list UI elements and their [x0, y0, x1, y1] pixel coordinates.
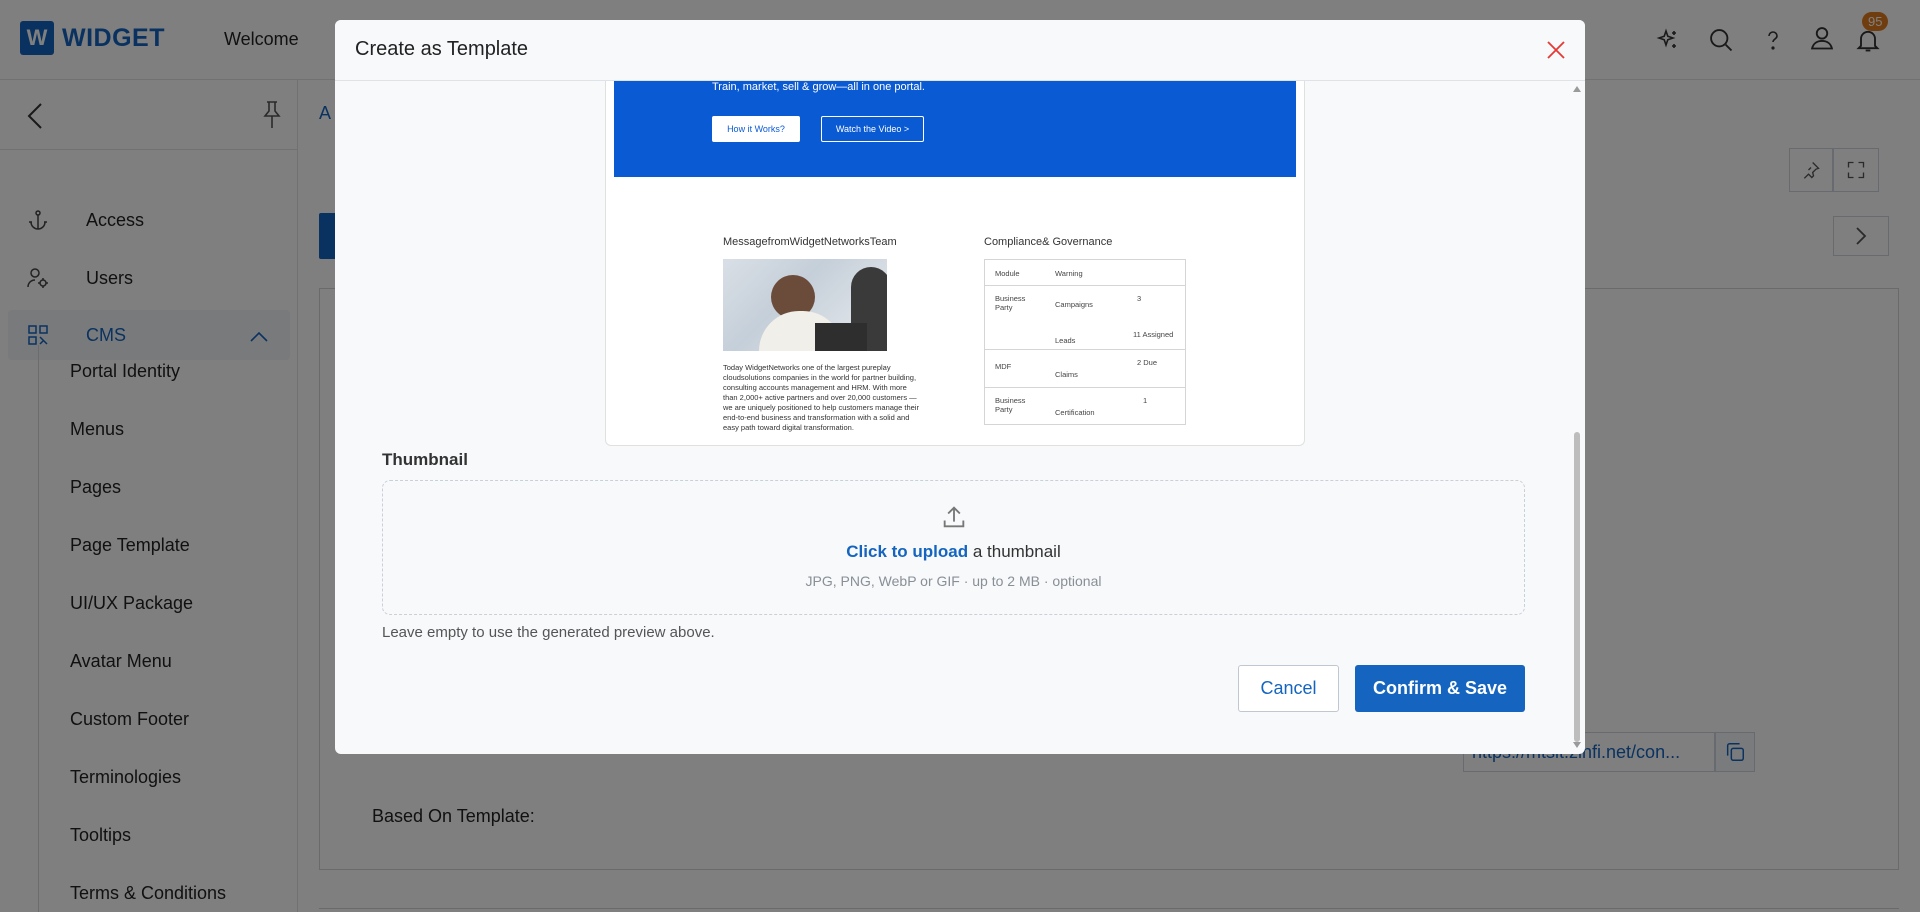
- create-template-modal: Create as Template Train, market, sell &…: [335, 20, 1585, 754]
- confirm-save-button[interactable]: Confirm & Save: [1355, 665, 1525, 712]
- modal-title: Create as Template: [355, 38, 529, 60]
- preview-message-heading: MessagefromWidgetNetworksTeam: [723, 236, 897, 248]
- upload-prompt-suffix: a thumbnail: [968, 542, 1061, 561]
- thumbnail-helper-text: Leave empty to use the generated preview…: [382, 624, 715, 641]
- table-cell: 1: [1143, 396, 1148, 405]
- table-cell: Certification: [1055, 408, 1095, 417]
- scroll-up-arrow-icon[interactable]: [1573, 86, 1581, 92]
- preview-how-it-works-button: How it Works?: [712, 116, 800, 142]
- table-cell: MDF: [995, 362, 1012, 371]
- table-row: Business Party Campaigns 3 Leads 11 Assi…: [985, 286, 1185, 350]
- table-cell: 2 Due: [1137, 358, 1158, 367]
- modal-header: Create as Template: [335, 20, 1585, 81]
- preview-compliance-heading: Compliance& Governance: [984, 236, 1113, 248]
- table-cell: Leads: [1055, 336, 1076, 345]
- preview-watch-video-button: Watch the Video >: [821, 116, 924, 142]
- table-row: MDF Claims 2 Due: [985, 350, 1185, 388]
- table-cell: Campaigns: [1055, 300, 1093, 309]
- table-header: Warning: [1055, 269, 1083, 278]
- template-preview: Train, market, sell & grow—all in one po…: [605, 81, 1305, 446]
- table-cell: Business Party: [995, 294, 1026, 312]
- table-cell: Claims: [1055, 370, 1078, 379]
- scroll-down-arrow-icon[interactable]: [1573, 742, 1581, 748]
- upload-icon: [940, 503, 968, 536]
- preview-hero-tagline: Train, market, sell & grow—all in one po…: [712, 81, 925, 93]
- preview-message-body: Today WidgetNetworks one of the largest …: [723, 363, 919, 432]
- cancel-button[interactable]: Cancel: [1238, 665, 1339, 712]
- table-cell: 11 Assigned: [1133, 330, 1174, 339]
- preview-team-photo: [723, 259, 887, 351]
- modal-scrollbar[interactable]: [1571, 82, 1583, 754]
- click-to-upload-link[interactable]: Click to upload: [846, 542, 968, 561]
- table-cell: Business Party: [995, 396, 1026, 414]
- thumbnail-label: Thumbnail: [382, 450, 468, 469]
- table-header: Module: [995, 269, 1020, 278]
- upload-hint: JPG, PNG, WebP or GIF · up to 2 MB · opt…: [805, 573, 1102, 589]
- table-row: Business Party Certification 1: [985, 388, 1185, 425]
- table-cell: 3: [1137, 294, 1142, 303]
- close-icon[interactable]: [1543, 37, 1569, 63]
- preview-compliance-table: Module Warning Business Party Campaigns …: [984, 259, 1186, 425]
- preview-hero: Train, market, sell & grow—all in one po…: [614, 81, 1296, 177]
- upload-prompt: Click to upload a thumbnail: [383, 542, 1524, 562]
- thumbnail-dropzone[interactable]: Click to upload a thumbnail JPG, PNG, We…: [382, 480, 1525, 615]
- scrollbar-thumb[interactable]: [1574, 432, 1580, 742]
- table-row: Module Warning: [985, 260, 1185, 286]
